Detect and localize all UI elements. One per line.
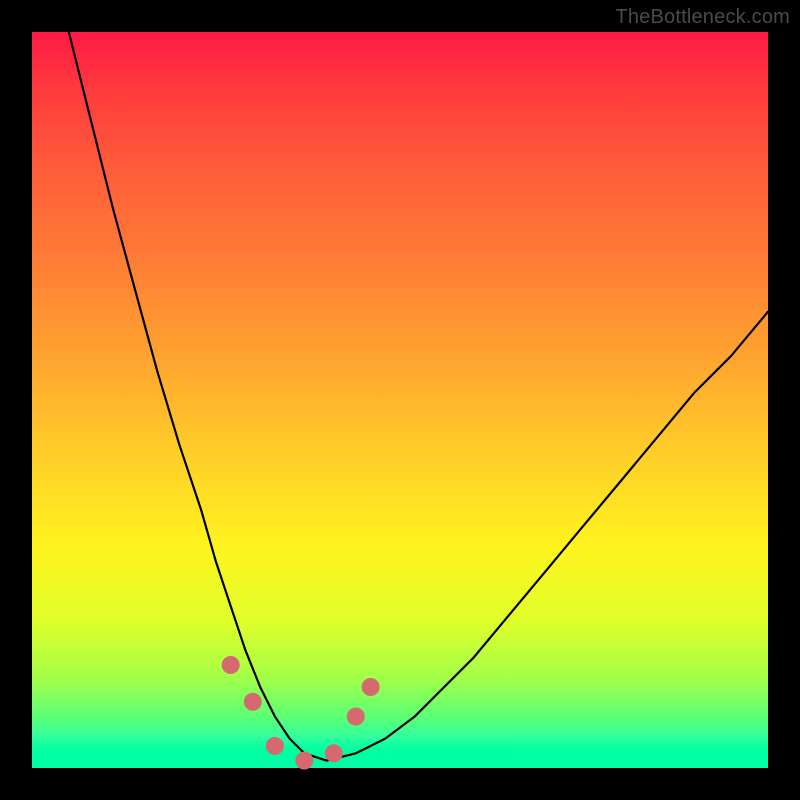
marker-dot <box>295 752 313 770</box>
marker-dot <box>362 678 380 696</box>
marker-dot <box>347 708 365 726</box>
marker-dot <box>244 693 262 711</box>
frame: TheBottleneck.com <box>0 0 800 800</box>
marker-dot <box>325 744 343 762</box>
watermark: TheBottleneck.com <box>615 6 790 29</box>
plot-area <box>32 32 768 768</box>
chart-svg <box>32 32 768 768</box>
marker-dot <box>222 656 240 674</box>
marker-dot <box>266 737 284 755</box>
bottleneck-curve <box>69 32 768 761</box>
